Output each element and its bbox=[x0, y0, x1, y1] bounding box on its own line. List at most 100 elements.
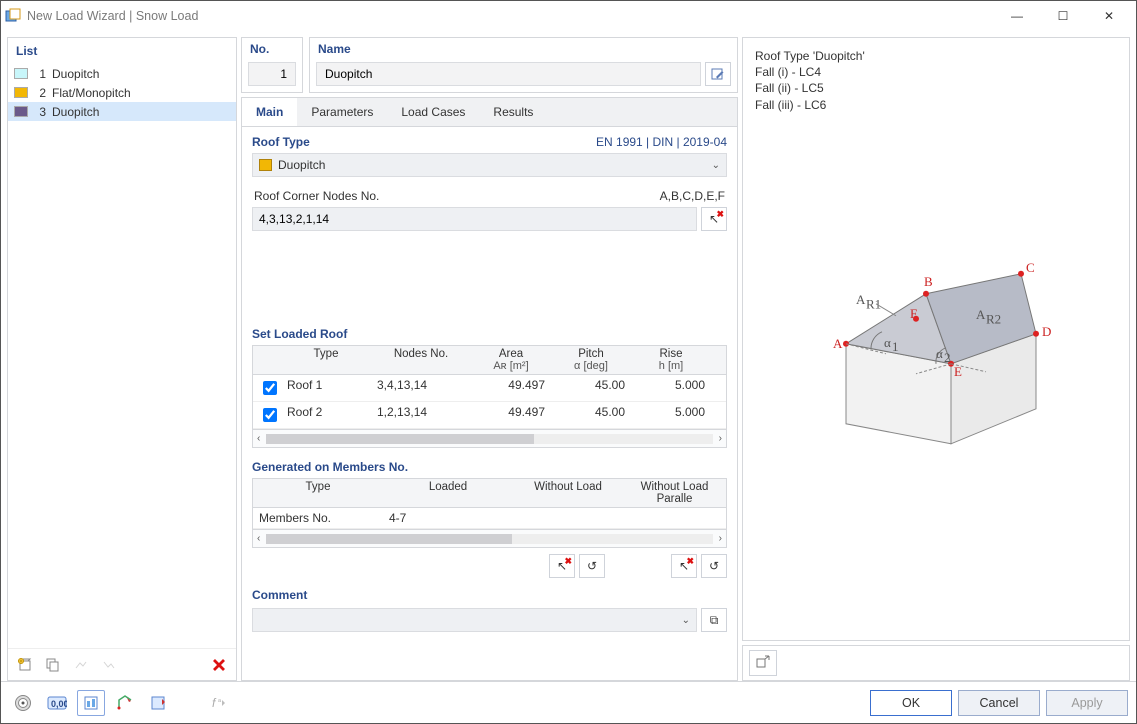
list-items[interactable]: 1 Duopitch 2 Flat/Monopitch 3 Duopitch bbox=[8, 62, 236, 648]
duplicate-item-button[interactable] bbox=[42, 654, 64, 676]
chevron-down-icon: ⌄ bbox=[682, 615, 690, 626]
roof-row[interactable]: Roof 2 1,2,13,14 49.497 45.00 5.000 bbox=[253, 402, 726, 429]
name-panel: Name bbox=[309, 37, 738, 93]
color-swatch bbox=[14, 106, 28, 117]
list-item[interactable]: 3 Duopitch bbox=[8, 102, 236, 121]
tab-main[interactable]: Main bbox=[242, 98, 297, 126]
roof-type-swatch bbox=[259, 159, 272, 171]
info-line: Fall (iii) - LC6 bbox=[755, 97, 1117, 113]
main-panel: MainParametersLoad CasesResults Roof Typ… bbox=[241, 97, 738, 681]
svg-text:A: A bbox=[856, 292, 866, 307]
ok-button[interactable]: OK bbox=[870, 690, 952, 716]
detach-view-button[interactable] bbox=[749, 650, 777, 676]
info-panel: Roof Type 'Duopitch'Fall (i) - LC4 Fall (… bbox=[742, 37, 1130, 641]
pick-members-button[interactable]: ↖✖ bbox=[549, 554, 575, 578]
pick-nodes-button[interactable]: ↖ ✖ bbox=[701, 207, 727, 231]
reset-members-button[interactable]: ↺ bbox=[579, 554, 605, 578]
svg-text:D: D bbox=[1042, 324, 1051, 339]
copy-comment-button[interactable]: ⧉ bbox=[701, 608, 727, 632]
item-number: 1 bbox=[32, 67, 46, 81]
tab-parameters[interactable]: Parameters bbox=[297, 98, 387, 126]
item-label: Duopitch bbox=[52, 67, 99, 81]
close-button[interactable]: ✕ bbox=[1086, 1, 1132, 31]
roof-row[interactable]: Roof 1 3,4,13,14 49.497 45.00 5.000 bbox=[253, 375, 726, 402]
item-label: Flat/Monopitch bbox=[52, 86, 131, 100]
delete-item-button[interactable] bbox=[208, 654, 230, 676]
script-button[interactable] bbox=[145, 690, 173, 716]
svg-text:0,00: 0,00 bbox=[51, 699, 67, 709]
toolbar-action-2 bbox=[98, 654, 120, 676]
roof-type-label: Roof Type bbox=[252, 135, 310, 149]
tab-results[interactable]: Results bbox=[479, 98, 547, 126]
svg-text:2: 2 bbox=[944, 350, 951, 365]
titlebar: New Load Wizard | Snow Load — ☐ ✕ bbox=[1, 1, 1136, 31]
roof-type-combo[interactable]: Duopitch ⌄ bbox=[252, 153, 727, 177]
svg-text:R1: R1 bbox=[866, 296, 881, 311]
item-number: 3 bbox=[32, 105, 46, 119]
comment-combo[interactable]: ⌄ bbox=[252, 608, 697, 632]
tab-body-main: Roof Type EN 1991 | DIN | 2019-04 Duopit… bbox=[242, 127, 737, 680]
reset-members-button-2[interactable]: ↺ bbox=[701, 554, 727, 578]
svg-text:α: α bbox=[936, 346, 943, 361]
cancel-button[interactable]: Cancel bbox=[958, 690, 1040, 716]
color-swatch bbox=[14, 68, 28, 79]
svg-text:B: B bbox=[924, 274, 933, 289]
svg-text:F: F bbox=[910, 306, 917, 321]
no-label: No. bbox=[242, 38, 302, 58]
name-label: Name bbox=[310, 38, 737, 58]
pick-members-button-2[interactable]: ↖✖ bbox=[671, 554, 697, 578]
new-item-button[interactable] bbox=[14, 654, 36, 676]
list-item[interactable]: 1 Duopitch bbox=[8, 64, 236, 83]
model-button[interactable] bbox=[111, 690, 139, 716]
minimize-button[interactable]: — bbox=[994, 1, 1040, 31]
svg-text:A: A bbox=[833, 336, 843, 351]
maximize-button[interactable]: ☐ bbox=[1040, 1, 1086, 31]
window-title: New Load Wizard | Snow Load bbox=[27, 9, 994, 23]
info-line: Fall (i) - LC4 bbox=[755, 64, 1117, 80]
chevron-down-icon: ⌄ bbox=[712, 160, 720, 171]
svg-text:α: α bbox=[884, 335, 891, 350]
svg-text:C: C bbox=[1026, 260, 1035, 275]
members-header: Generated on Members No. bbox=[252, 448, 727, 478]
roof-diagram: A B C D E F AR1 AR2 α1 α2 bbox=[786, 224, 1086, 464]
svg-text:1: 1 bbox=[892, 339, 899, 354]
tab-load-cases[interactable]: Load Cases bbox=[387, 98, 479, 126]
info-line: Roof Type 'Duopitch' bbox=[755, 48, 1117, 64]
item-number: 2 bbox=[32, 86, 46, 100]
edit-name-button[interactable] bbox=[705, 62, 731, 86]
comment-header: Comment bbox=[252, 580, 727, 606]
footer: 0,00 fᵃ OK Cancel Apply bbox=[1, 681, 1136, 723]
tabs: MainParametersLoad CasesResults bbox=[242, 98, 737, 127]
units-button[interactable]: 0,00 bbox=[43, 690, 71, 716]
right-toolbar bbox=[742, 645, 1130, 681]
roof-check[interactable] bbox=[263, 381, 277, 395]
list-toolbar bbox=[8, 648, 236, 680]
list-item[interactable]: 2 Flat/Monopitch bbox=[8, 83, 236, 102]
svg-text:E: E bbox=[954, 364, 962, 379]
color-swatch bbox=[14, 87, 28, 98]
corner-letters: A,B,C,D,E,F bbox=[660, 189, 725, 203]
app-icon bbox=[5, 8, 21, 24]
dialog-window: New Load Wizard | Snow Load — ☐ ✕ List 1… bbox=[0, 0, 1137, 724]
roof-type-value: Duopitch bbox=[278, 158, 325, 172]
grid-scrollbar[interactable]: ‹ › bbox=[253, 429, 726, 447]
svg-text:ᵃ: ᵃ bbox=[218, 697, 222, 706]
view-results-button[interactable] bbox=[77, 690, 105, 716]
members-row[interactable]: Members No. 4-7 bbox=[253, 508, 726, 529]
no-input[interactable] bbox=[248, 62, 296, 86]
function-button[interactable]: fᵃ bbox=[205, 690, 233, 716]
members-scrollbar[interactable]: ‹ › bbox=[253, 529, 726, 547]
corner-nodes-input[interactable] bbox=[252, 207, 697, 231]
name-input[interactable] bbox=[316, 62, 701, 86]
corner-nodes-label: Roof Corner Nodes No. bbox=[254, 189, 379, 203]
help-button[interactable] bbox=[9, 690, 37, 716]
svg-text:f: f bbox=[212, 696, 217, 710]
svg-text:R2: R2 bbox=[986, 311, 1001, 326]
roof-check[interactable] bbox=[263, 408, 277, 422]
toolbar-action-1 bbox=[70, 654, 92, 676]
loaded-roof-header: Set Loaded Roof bbox=[252, 321, 727, 345]
no-panel: No. bbox=[241, 37, 303, 93]
standard-link[interactable]: EN 1991 | DIN | 2019-04 bbox=[596, 135, 727, 149]
apply-button[interactable]: Apply bbox=[1046, 690, 1128, 716]
members-grid: Type Loaded Without Load Without Load Pa… bbox=[252, 478, 727, 548]
